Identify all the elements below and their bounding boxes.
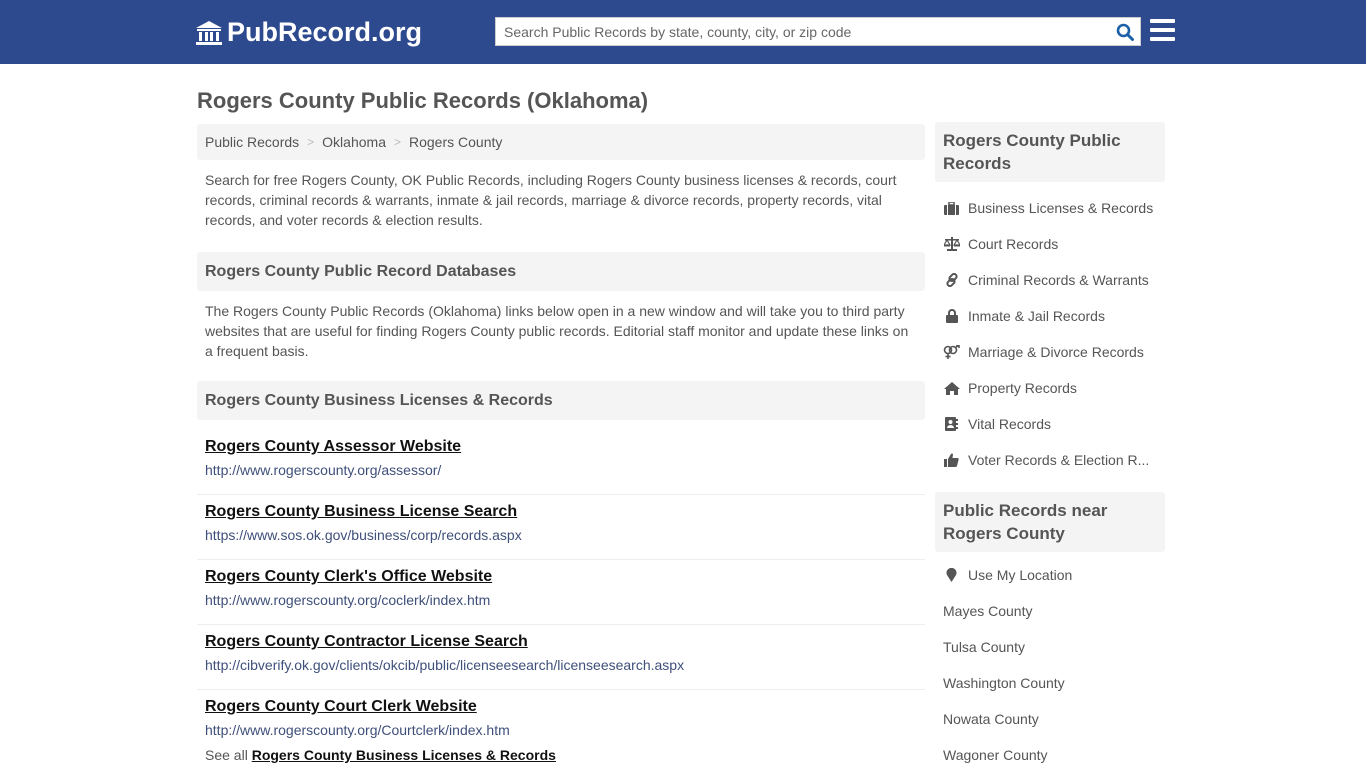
sidebar-item-label: Court Records [968,236,1059,252]
business-heading: Rogers County Business Licenses & Record… [197,381,925,420]
see-all-prefix: See all [205,747,248,763]
record-url: http://www.rogerscounty.org/assessor/ [205,462,442,478]
sidebar-item-label: Inmate & Jail Records [968,308,1105,324]
use-my-location-label: Use My Location [968,567,1073,583]
logo-text: PubRecord.org [227,17,423,47]
sidebar-item-criminal[interactable]: Criminal Records & Warrants [935,262,1165,298]
sidebar-item-marriage[interactable]: Marriage & Divorce Records [935,334,1165,370]
site-header: PubRecord.org [0,0,1366,64]
balance-scale-icon [943,236,960,252]
record-url: http://www.rogerscounty.org/Courtclerk/i… [205,722,510,738]
sidebar-item-label: Criminal Records & Warrants [968,272,1149,288]
sidebar-near-heading: Public Records near Rogers County [935,492,1165,552]
home-icon [943,380,960,396]
link-icon [943,272,960,288]
list-item: Rogers County Clerk's Office Website htt… [197,560,925,625]
sidebar-item-business[interactable]: Business Licenses & Records [935,190,1165,226]
sidebar-item-voter[interactable]: Voter Records & Election R... [935,442,1165,478]
record-url: http://www.rogerscounty.org/coclerk/inde… [205,592,491,608]
page-title: Rogers County Public Records (Oklahoma) [197,88,649,113]
record-link[interactable]: Rogers County Court Clerk Website [205,698,917,716]
see-all-link[interactable]: Rogers County Business Licenses & Record… [252,747,556,763]
list-item: Rogers County Assessor Website http://ww… [197,430,925,495]
search-input[interactable] [496,18,1110,45]
breadcrumb-oklahoma[interactable]: Oklahoma [322,134,386,150]
briefcase-icon [943,200,960,216]
sidebar-item-label: Property Records [968,380,1077,396]
record-link[interactable]: Rogers County Clerk's Office Website [205,568,917,586]
sidebar-item-label: Vital Records [968,416,1052,432]
sidebar-item-inmate[interactable]: Inmate & Jail Records [935,298,1165,334]
lock-icon [943,308,960,324]
thumbs-up-icon [943,452,960,468]
search-bar [495,17,1141,46]
list-item: Rogers County Business License Search ht… [197,495,925,560]
nearby-county-link[interactable]: Washington County [935,665,1165,701]
record-link[interactable]: Rogers County Assessor Website [205,438,917,456]
map-marker-icon [943,567,960,583]
menu-bar [1150,19,1175,23]
main-content: Public Records > Oklahoma > Rogers Count… [197,124,925,763]
breadcrumb-separator: > [393,135,401,149]
databases-text: The Rogers County Public Records (Oklaho… [205,303,909,359]
list-item: Rogers County Contractor License Search … [197,625,925,690]
sidebar-records-heading: Rogers County Public Records [935,122,1165,182]
record-url: http://cibverify.ok.gov/clients/okcib/pu… [205,657,685,673]
search-icon [1116,23,1134,41]
sidebar-item-label: Business Licenses & Records [968,200,1154,216]
address-book-icon [943,416,960,432]
business-link-list: Rogers County Assessor Website http://ww… [197,430,925,755]
hamburger-menu-button[interactable] [1150,19,1175,43]
sidebar: Rogers County Public Records Business Li… [935,122,1165,773]
databases-heading: Rogers County Public Record Databases [197,252,925,291]
search-button[interactable] [1110,18,1140,45]
sidebar-item-court[interactable]: Court Records [935,226,1165,262]
nearby-county-list: Use My Location Mayes County Tulsa Count… [935,557,1165,773]
breadcrumb: Public Records > Oklahoma > Rogers Count… [197,124,925,160]
site-logo[interactable]: PubRecord.org [195,17,422,48]
record-link[interactable]: Rogers County Contractor License Search [205,633,917,651]
sidebar-item-property[interactable]: Property Records [935,370,1165,406]
see-all-row: See all Rogers County Business Licenses … [197,747,925,763]
record-url: https://www.sos.ok.gov/business/corp/rec… [205,527,522,543]
nearby-county-link[interactable]: Mayes County [935,593,1165,629]
use-my-location-button[interactable]: Use My Location [935,557,1165,593]
nearby-county-link[interactable]: Tulsa County [935,629,1165,665]
courthouse-icon [196,20,222,45]
sidebar-item-vital[interactable]: Vital Records [935,406,1165,442]
breadcrumb-separator: > [307,135,315,149]
menu-bar [1150,37,1175,41]
nearby-county-link[interactable]: Nowata County [935,701,1165,737]
sidebar-item-label: Marriage & Divorce Records [968,344,1144,360]
record-link[interactable]: Rogers County Business License Search [205,503,917,521]
breadcrumb-rogers-county[interactable]: Rogers County [409,134,502,150]
venus-mars-icon [943,344,960,360]
menu-bar [1150,28,1175,32]
list-item: Rogers County Court Clerk Website http:/… [197,690,925,755]
sidebar-item-label: Voter Records & Election R... [968,452,1150,468]
sidebar-records-list: Business Licenses & Records Court Record… [935,190,1165,478]
intro-text: Search for free Rogers County, OK Public… [205,172,897,228]
breadcrumb-public-records[interactable]: Public Records [205,134,299,150]
